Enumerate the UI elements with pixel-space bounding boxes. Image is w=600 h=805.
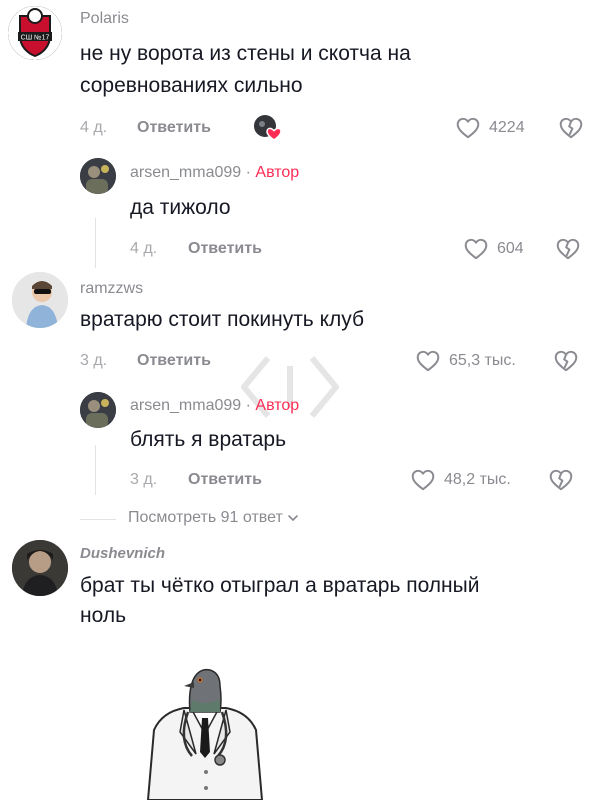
comment-text-line2: ноль [80, 604, 127, 627]
reply-username-row: arsen_mma099 · Автор [130, 164, 299, 182]
creator-liked-icon [253, 114, 283, 142]
like-button[interactable]: 65,3 тыс. [415, 348, 516, 374]
separator-dot: · [245, 397, 251, 414]
like-count: 48,2 тыс. [444, 471, 511, 488]
like-button[interactable]: 4224 [455, 115, 525, 141]
broken-heart-icon [548, 467, 574, 493]
reply-age: 4 д. [130, 240, 158, 257]
reply-text: блять я вратарь [130, 428, 287, 451]
dislike-button[interactable] [558, 115, 584, 146]
badge-text: СШ №17 [21, 35, 50, 42]
comment-text-line2: соревнованиях сильно [80, 74, 303, 97]
avatar[interactable]: СШ №17 [8, 6, 62, 60]
avatar-image [12, 540, 68, 596]
comment-age: 3 д. [80, 352, 108, 369]
avatar[interactable] [12, 272, 68, 328]
view-more-replies-button[interactable]: Посмотреть 91 ответ [128, 509, 299, 527]
reply-button[interactable]: Ответить [137, 119, 211, 137]
dislike-button[interactable] [553, 348, 579, 379]
comment-text: вратарю стоит покинуть клуб [80, 308, 365, 331]
like-button[interactable]: 48,2 тыс. [410, 467, 511, 493]
dislike-button[interactable] [548, 467, 574, 498]
reply-username[interactable]: arsen_mma099 [130, 164, 241, 181]
comment-text-line1: не ну ворота из стены и скотча на [80, 42, 411, 65]
avatar[interactable] [80, 158, 116, 194]
broken-heart-icon [558, 115, 584, 141]
chevron-down-icon [287, 515, 298, 521]
avatar[interactable] [12, 540, 68, 596]
avatar-image [80, 158, 116, 194]
reply-button[interactable]: Ответить [188, 471, 262, 489]
author-label: Автор [255, 164, 300, 181]
avatar-image [12, 272, 68, 328]
heart-icon [463, 236, 489, 262]
like-button[interactable]: 604 [463, 236, 524, 262]
club-logo-icon: СШ №17 [8, 6, 62, 60]
like-count: 604 [497, 240, 524, 257]
reply-username[interactable]: arsen_mma099 [130, 397, 241, 414]
broken-heart-icon [555, 236, 581, 262]
comment-username[interactable]: ramzzws [80, 280, 143, 298]
heart-icon [415, 348, 441, 374]
divider-line [80, 519, 116, 520]
like-count: 4224 [489, 119, 525, 136]
reply-button[interactable]: Ответить [188, 240, 262, 258]
view-more-label: Посмотреть 91 ответ [128, 509, 283, 526]
separator-dot: · [245, 164, 251, 181]
reply-text: да тижоло [130, 196, 231, 219]
comment-text-line1: брат ты чётко отыграл а вратарь полный [80, 574, 480, 597]
comment-age: 4 д. [80, 119, 108, 136]
dislike-button[interactable] [555, 236, 581, 267]
comment-username[interactable]: Polaris [80, 10, 129, 28]
thread-line [95, 218, 96, 268]
meme-image [140, 660, 270, 801]
author-label: Автор [255, 397, 300, 414]
avatar[interactable] [80, 392, 116, 428]
comment-username[interactable]: Dushevnich [80, 545, 165, 562]
heart-icon [410, 467, 436, 493]
reply-age: 3 д. [130, 471, 158, 488]
reply-button[interactable]: Ответить [137, 352, 211, 370]
avatar-image [80, 392, 116, 428]
thread-line [95, 445, 96, 495]
heart-icon [455, 115, 481, 141]
reply-username-row: arsen_mma099 · Автор [130, 397, 299, 415]
broken-heart-icon [553, 348, 579, 374]
like-count: 65,3 тыс. [449, 352, 516, 369]
